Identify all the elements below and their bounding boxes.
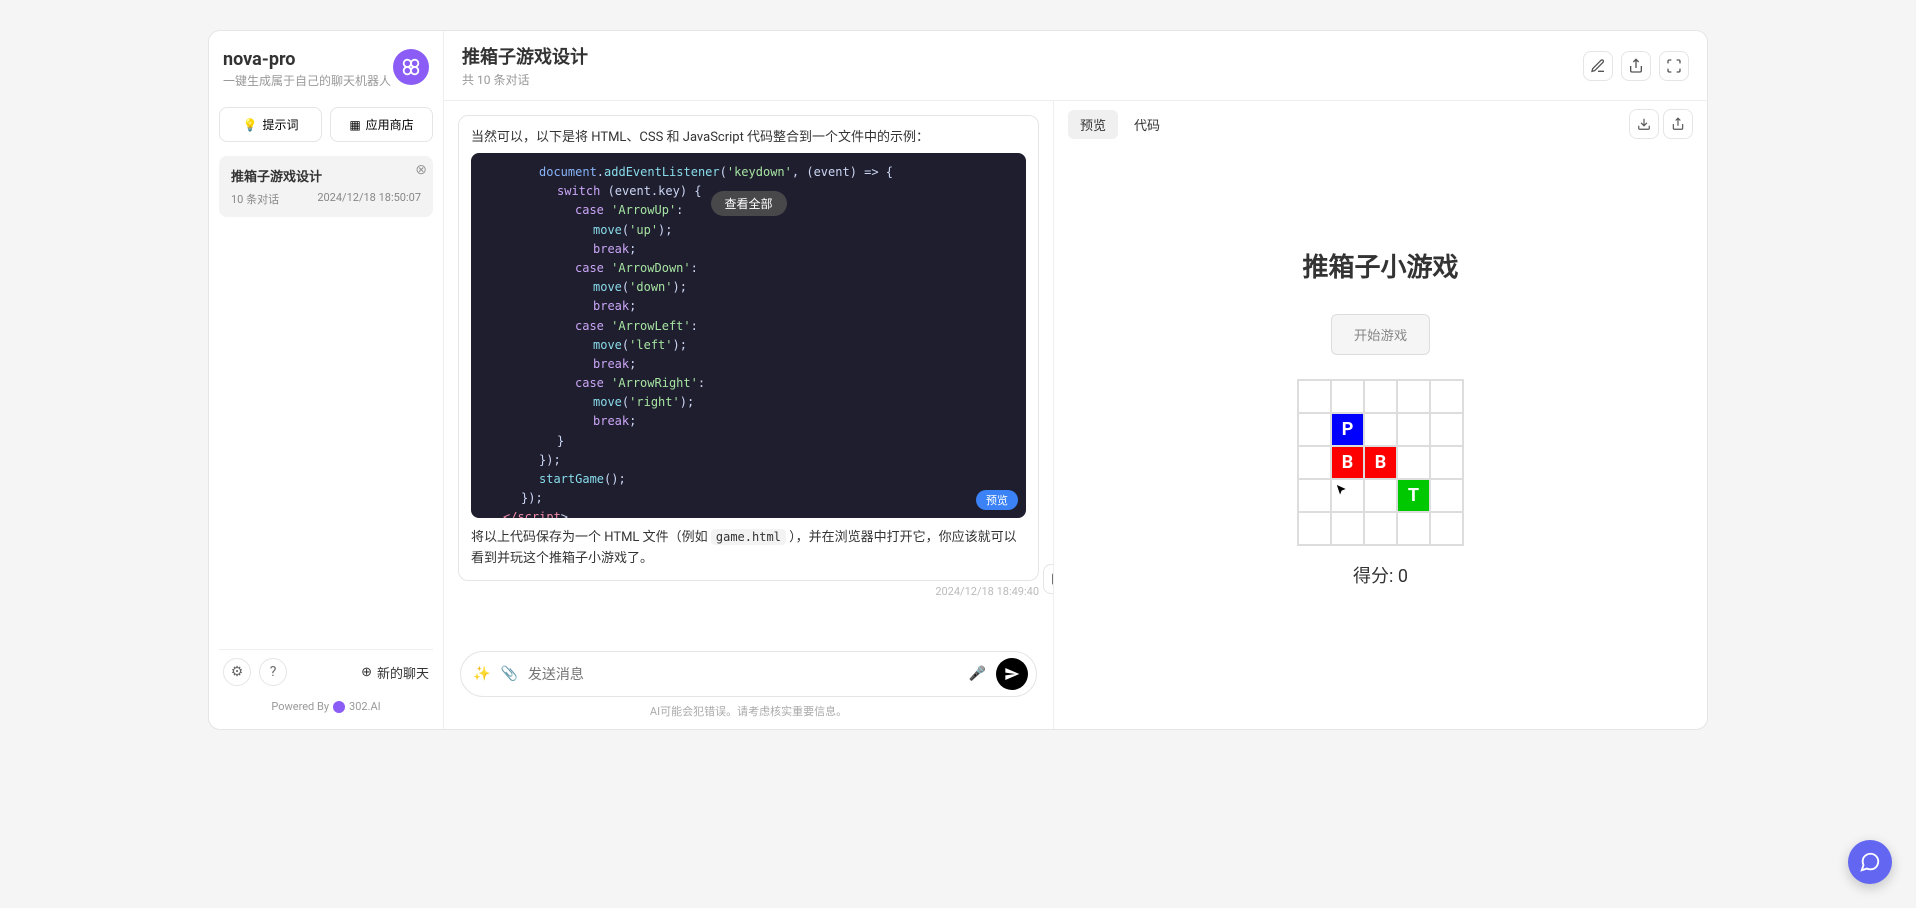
- brand-title: nova-pro: [223, 49, 391, 70]
- brand-subtitle: 一键生成属于自己的聊天机器人: [223, 72, 391, 89]
- main: 推箱子游戏设计 共 10 条对话 当然可以，以下是将 HTML、CSS 和 Ja…: [444, 31, 1707, 729]
- share-button[interactable]: [1621, 51, 1651, 81]
- sidebar-bottom: ⚙ ? ⊕ 新的聊天 Powered By 302.AI: [219, 649, 433, 719]
- brand-row: nova-pro 一键生成属于自己的聊天机器人: [219, 41, 433, 97]
- new-chat-button[interactable]: ⊕ 新的聊天: [361, 663, 429, 682]
- conversation-meta: 10 条对话 2024/12/18 18:50:07: [231, 191, 421, 207]
- game-cell[interactable]: [1298, 446, 1331, 479]
- preview-badge-button[interactable]: 预览: [976, 490, 1018, 510]
- conversation-title: 推箱子游戏设计: [231, 166, 421, 185]
- game-cell[interactable]: [1430, 446, 1463, 479]
- share-preview-button[interactable]: [1663, 109, 1693, 139]
- grid-icon: ▦: [349, 118, 360, 132]
- game-score: 得分: 0: [1353, 562, 1408, 588]
- tab-code[interactable]: 代码: [1122, 110, 1172, 139]
- outro-code: game.html: [711, 529, 786, 545]
- game-cell[interactable]: [1298, 380, 1331, 413]
- conversation-count: 10 条对话: [231, 191, 279, 207]
- header-text: 推箱子游戏设计 共 10 条对话: [462, 43, 588, 88]
- prompt-button[interactable]: 💡 提示词: [219, 107, 322, 142]
- powered-by: Powered By 302.AI: [219, 694, 433, 719]
- app-store-button[interactable]: ▦ 应用商店: [330, 107, 433, 142]
- prompt-button-label: 提示词: [262, 116, 298, 133]
- sidebar: nova-pro 一键生成属于自己的聊天机器人 💡 提示词 ▦ 应用商店 推箱子…: [209, 31, 444, 729]
- tab-preview[interactable]: 预览: [1068, 110, 1118, 139]
- game-cell[interactable]: B: [1331, 446, 1364, 479]
- brand-text: nova-pro 一键生成属于自己的聊天机器人: [223, 49, 391, 89]
- game-cell[interactable]: [1430, 479, 1463, 512]
- content: 当然可以，以下是将 HTML、CSS 和 JavaScript 代码整合到一个文…: [444, 101, 1707, 729]
- page-title: 推箱子游戏设计: [462, 43, 588, 69]
- game-cell[interactable]: [1331, 479, 1364, 512]
- game-cell[interactable]: [1364, 413, 1397, 446]
- conversation-timestamp: 2024/12/18 18:50:07: [317, 191, 421, 207]
- score-value: 0: [1398, 566, 1408, 587]
- download-button[interactable]: [1629, 109, 1659, 139]
- game-cell[interactable]: [1331, 380, 1364, 413]
- app-store-button-label: 应用商店: [366, 116, 414, 133]
- powered-prefix: Powered By: [271, 700, 329, 713]
- game-cell[interactable]: [1430, 380, 1463, 413]
- mic-icon[interactable]: 🎤: [969, 666, 986, 682]
- game-cell[interactable]: [1430, 512, 1463, 545]
- message-outro: 将以上代码保存为一个 HTML 文件（例如 game.html ），并在浏览器中…: [471, 528, 1026, 570]
- new-chat-label: 新的聊天: [377, 663, 429, 682]
- settings-icon[interactable]: ⚙: [223, 658, 251, 686]
- preview-tabs: 预览 代码: [1054, 101, 1707, 147]
- game-cell[interactable]: [1397, 380, 1430, 413]
- outro-before: 将以上代码保存为一个 HTML 文件（例如: [471, 530, 711, 545]
- game-cell[interactable]: [1364, 479, 1397, 512]
- preview-body: 推箱子小游戏 开始游戏 PBBT 得分: 0: [1054, 147, 1707, 729]
- game-cell[interactable]: [1298, 413, 1331, 446]
- start-game-button[interactable]: 开始游戏: [1331, 314, 1430, 355]
- attach-icon[interactable]: 📎: [500, 666, 517, 682]
- close-icon[interactable]: ⊗: [415, 162, 427, 178]
- chat-fab[interactable]: [1848, 840, 1892, 884]
- sidebar-buttons: 💡 提示词 ▦ 应用商店: [219, 107, 433, 142]
- page-subtitle: 共 10 条对话: [462, 71, 588, 88]
- game-cell[interactable]: P: [1331, 413, 1364, 446]
- game-cell[interactable]: [1331, 512, 1364, 545]
- assistant-message: 当然可以，以下是将 HTML、CSS 和 JavaScript 代码整合到一个文…: [458, 115, 1039, 581]
- game-cell[interactable]: T: [1397, 479, 1430, 512]
- message-intro: 当然可以，以下是将 HTML、CSS 和 JavaScript 代码整合到一个文…: [471, 126, 1026, 145]
- preview-column: 预览 代码 推箱子小游戏 开始游戏 PBBT 得分: 0: [1054, 101, 1707, 729]
- lightbulb-icon: 💡: [243, 118, 258, 132]
- score-label: 得分:: [1353, 566, 1398, 587]
- app-shell: nova-pro 一键生成属于自己的聊天机器人 💡 提示词 ▦ 应用商店 推箱子…: [208, 30, 1708, 730]
- game-cell[interactable]: [1364, 512, 1397, 545]
- game-cell[interactable]: [1397, 446, 1430, 479]
- header: 推箱子游戏设计 共 10 条对话: [444, 31, 1707, 101]
- expand-code-button[interactable]: 查看全部: [710, 191, 786, 216]
- game-cell[interactable]: [1397, 413, 1430, 446]
- game-cell[interactable]: B: [1364, 446, 1397, 479]
- message-input[interactable]: [528, 666, 959, 682]
- send-button[interactable]: [996, 658, 1028, 690]
- plus-icon: ⊕: [361, 665, 372, 680]
- magic-icon[interactable]: ✨: [473, 666, 490, 682]
- chat-column: 当然可以，以下是将 HTML、CSS 和 JavaScript 代码整合到一个文…: [444, 101, 1054, 729]
- brand-dot-icon: [333, 701, 345, 713]
- input-box: ✨ 📎 🎤: [460, 651, 1037, 697]
- help-icon[interactable]: ?: [259, 658, 287, 686]
- disclaimer: AI可能会犯错误。请考虑核实重要信息。: [460, 703, 1037, 719]
- brand-logo-icon: [393, 49, 429, 85]
- game-cell[interactable]: [1298, 479, 1331, 512]
- message-action-button[interactable]: [1043, 564, 1053, 594]
- game-title: 推箱子小游戏: [1302, 247, 1458, 284]
- expand-button[interactable]: [1659, 51, 1689, 81]
- header-actions: [1583, 51, 1689, 81]
- message-timestamp: 2024/12/18 18:49:40: [458, 585, 1039, 598]
- conversation-item[interactable]: 推箱子游戏设计 10 条对话 2024/12/18 18:50:07 ⊗: [219, 156, 433, 217]
- powered-brand: 302.AI: [349, 700, 381, 713]
- game-grid[interactable]: PBBT: [1297, 379, 1464, 546]
- game-cell[interactable]: [1430, 413, 1463, 446]
- game-cell[interactable]: [1298, 512, 1331, 545]
- input-row: ✨ 📎 🎤 AI可能会犯错误。请考虑核实重要信息。: [444, 641, 1053, 729]
- game-cell[interactable]: [1397, 512, 1430, 545]
- edit-button[interactable]: [1583, 51, 1613, 81]
- game-cell[interactable]: [1364, 380, 1397, 413]
- chat-scroll[interactable]: 当然可以，以下是将 HTML、CSS 和 JavaScript 代码整合到一个文…: [444, 101, 1053, 641]
- code-wrapper: document.addEventListener('keydown', (ev…: [471, 153, 1026, 518]
